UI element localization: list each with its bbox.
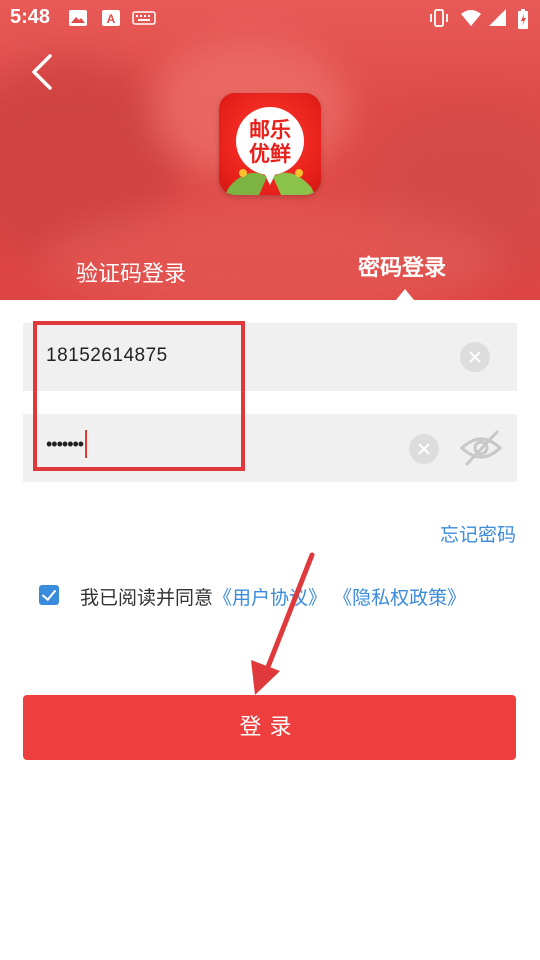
svg-text:A: A: [107, 12, 116, 26]
agreement-text: 我已阅读并同意《用户协议》 《隐私权政策》: [80, 583, 466, 610]
user-agreement-link[interactable]: 《用户协议》: [213, 587, 327, 609]
privacy-policy-link[interactable]: 《隐私权政策》: [333, 587, 466, 609]
status-time: 5:48: [10, 6, 51, 28]
forgot-password-link[interactable]: 忘记密码: [440, 520, 516, 547]
header-banner: 5:48 A 邮乐 优鲜 验证码登录 密码登录: [0, 0, 540, 300]
battery-charging-icon: [518, 9, 528, 29]
clear-icon[interactable]: [460, 342, 490, 372]
logo-text-top: 邮乐: [249, 118, 291, 142]
keyboard-icon: [132, 11, 156, 25]
login-button[interactable]: 登录: [23, 695, 516, 760]
wifi-icon: [461, 10, 481, 26]
app-logo: 邮乐 优鲜: [219, 93, 321, 195]
image-icon: [69, 10, 87, 26]
agreement-prefix: 我已阅读并同意: [80, 587, 214, 609]
vibrate-icon: [430, 9, 448, 27]
back-arrow-icon[interactable]: [28, 52, 58, 92]
tab-sms-code-login[interactable]: 验证码登录: [76, 256, 186, 288]
status-bar: 5:48 A: [0, 0, 540, 36]
signal-icon: [489, 9, 506, 26]
eye-off-icon[interactable]: [459, 428, 503, 468]
logo-text-bottom: 优鲜: [249, 142, 291, 166]
agreement-checkbox[interactable]: [39, 585, 59, 605]
tab-password-login[interactable]: 密码登录: [358, 250, 446, 282]
annotation-highlight-box: [33, 321, 245, 471]
font-a-icon: A: [102, 10, 120, 26]
clear-icon[interactable]: [409, 434, 439, 464]
active-tab-indicator: [396, 289, 414, 300]
